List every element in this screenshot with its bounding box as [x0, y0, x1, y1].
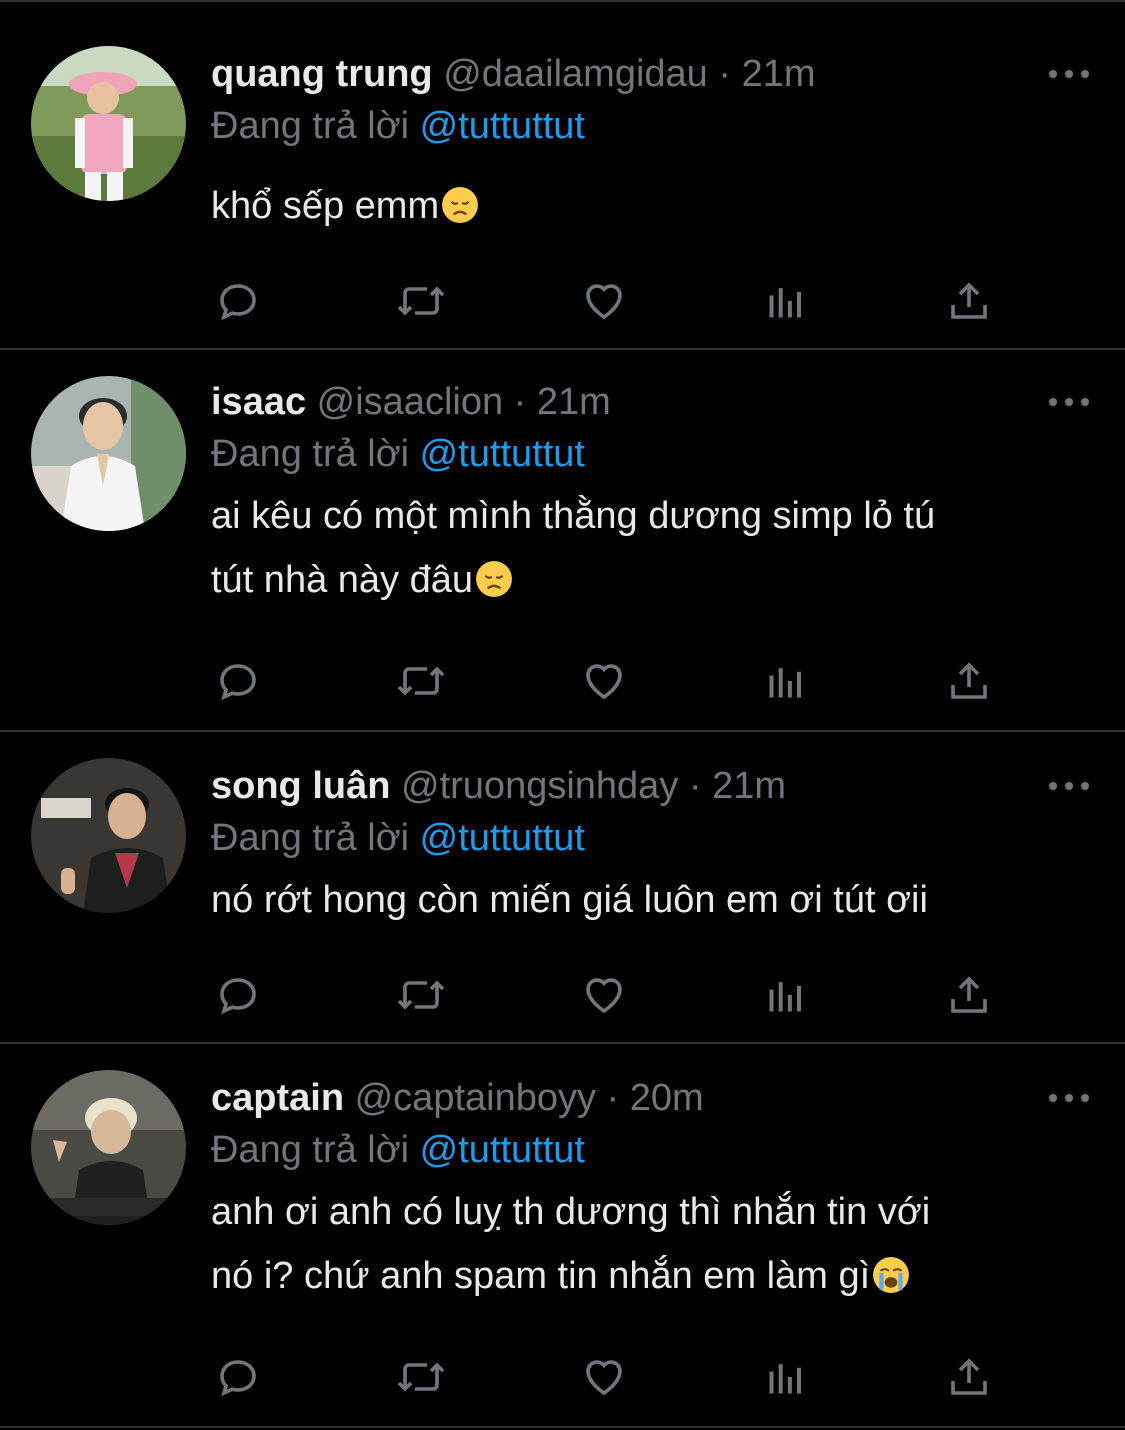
like-icon[interactable] [577, 274, 631, 328]
share-icon[interactable] [942, 968, 996, 1022]
replying-to-handle[interactable]: @tuttuttut [420, 817, 585, 859]
reply-icon[interactable] [211, 274, 265, 328]
disappointed-face-icon [442, 187, 479, 223]
display-name[interactable]: isaac [211, 381, 306, 423]
views-icon[interactable] [759, 1350, 813, 1404]
retweet-icon[interactable] [394, 1350, 448, 1404]
avatar[interactable] [31, 1070, 186, 1225]
share-icon[interactable] [942, 1350, 996, 1404]
tweet-text-line: ai kêu có một mình thằng dương simp lỏ t… [211, 495, 936, 537]
retweet-icon[interactable] [394, 274, 448, 328]
views-icon[interactable] [759, 968, 813, 1022]
more-options-icon[interactable] [1049, 780, 1089, 792]
replying-to-label: Đang trả lời [211, 433, 420, 475]
share-icon[interactable] [942, 274, 996, 328]
tweet-text-line: nó rớt hong còn miến giá luôn em ơi tút … [211, 879, 928, 921]
display-name[interactable]: song luân [211, 765, 390, 807]
display-name[interactable]: quang trung [211, 53, 433, 95]
tweet-header: isaac @isaaclion · 21m [211, 376, 1095, 428]
tweet-text: anh ơi anh có luỵ th dương thì nhắn tin … [211, 1180, 1095, 1308]
reply-icon[interactable] [211, 968, 265, 1022]
tweet-actions [211, 654, 996, 708]
separator-dot: · [503, 381, 537, 423]
more-options-icon[interactable] [1049, 1092, 1089, 1104]
retweet-icon[interactable] [394, 968, 448, 1022]
reply-tweet-3[interactable]: song luân @truongsinhday · 21m Đang trả … [0, 732, 1125, 1044]
views-icon[interactable] [759, 274, 813, 328]
replying-to: Đang trả lời @tuttuttut [211, 1124, 1095, 1176]
replying-to-handle[interactable]: @tuttuttut [420, 433, 585, 475]
tweet-actions [211, 274, 996, 328]
more-options-icon[interactable] [1049, 68, 1089, 80]
tweet-header: song luân @truongsinhday · 21m [211, 760, 1095, 812]
separator-dot: · [678, 765, 713, 807]
replying-to-label: Đang trả lời [211, 105, 420, 147]
like-icon[interactable] [577, 654, 631, 708]
like-icon[interactable] [577, 968, 631, 1022]
username[interactable]: @captainboyy [355, 1077, 596, 1119]
username[interactable]: @truongsinhday [401, 765, 678, 807]
separator-dot: · [596, 1077, 630, 1119]
replying-to-handle[interactable]: @tuttuttut [420, 105, 585, 147]
views-icon[interactable] [759, 654, 813, 708]
replying-to-label: Đang trả lời [211, 817, 420, 859]
timestamp[interactable]: 21m [742, 53, 816, 95]
reply-tweet-4[interactable]: captain @captainboyy · 20m Đang trả lời … [0, 1044, 1125, 1428]
timestamp[interactable]: 21m [537, 381, 611, 423]
tweet-header: quang trung @daailamgidau · 21m [211, 48, 1095, 100]
tweet-text: khổ sếp emm [211, 174, 1095, 238]
tweet-actions [211, 968, 996, 1022]
avatar[interactable] [31, 46, 186, 201]
avatar[interactable] [31, 758, 186, 913]
like-icon[interactable] [577, 1350, 631, 1404]
tweet-actions [211, 1350, 996, 1404]
tweet-text: nó rớt hong còn miến giá luôn em ơi tút … [211, 868, 1095, 932]
share-icon[interactable] [942, 654, 996, 708]
tweet-text-line: nó i? chứ anh spam tin nhắn em làm gì [211, 1255, 871, 1297]
reply-tweet-1[interactable]: quang trung @daailamgidau · 21m Đang trả… [0, 2, 1125, 350]
tweet-text: ai kêu có một mình thằng dương simp lỏ t… [211, 484, 1095, 612]
more-options-icon[interactable] [1049, 396, 1089, 408]
tweet-text-line: khổ sếp emm [211, 185, 440, 227]
timestamp[interactable]: 20m [630, 1077, 704, 1119]
replying-to: Đang trả lời @tuttuttut [211, 812, 1095, 864]
timestamp[interactable]: 21m [712, 765, 786, 807]
replying-to: Đang trả lời @tuttuttut [211, 428, 1095, 480]
reply-icon[interactable] [211, 654, 265, 708]
username[interactable]: @isaaclion [317, 381, 503, 423]
avatar[interactable] [31, 376, 186, 531]
display-name[interactable]: captain [211, 1077, 344, 1119]
tweet-text-line: anh ơi anh có luỵ th dương thì nhắn tin … [211, 1191, 931, 1233]
reply-icon[interactable] [211, 1350, 265, 1404]
replying-to: Đang trả lời @tuttuttut [211, 100, 1095, 152]
separator-dot: · [707, 53, 742, 95]
loudly-crying-face-icon [873, 1257, 910, 1293]
disappointed-face-icon [476, 561, 512, 597]
tweet-header: captain @captainboyy · 20m [211, 1072, 1095, 1124]
replying-to-label: Đang trả lời [211, 1129, 420, 1171]
reply-tweet-2[interactable]: isaac @isaaclion · 21m Đang trả lời @tut… [0, 350, 1125, 732]
username[interactable]: @daailamgidau [443, 53, 708, 95]
retweet-icon[interactable] [394, 654, 448, 708]
tweet-text-line: tút nhà này đâu [211, 559, 473, 601]
replying-to-handle[interactable]: @tuttuttut [420, 1129, 585, 1171]
